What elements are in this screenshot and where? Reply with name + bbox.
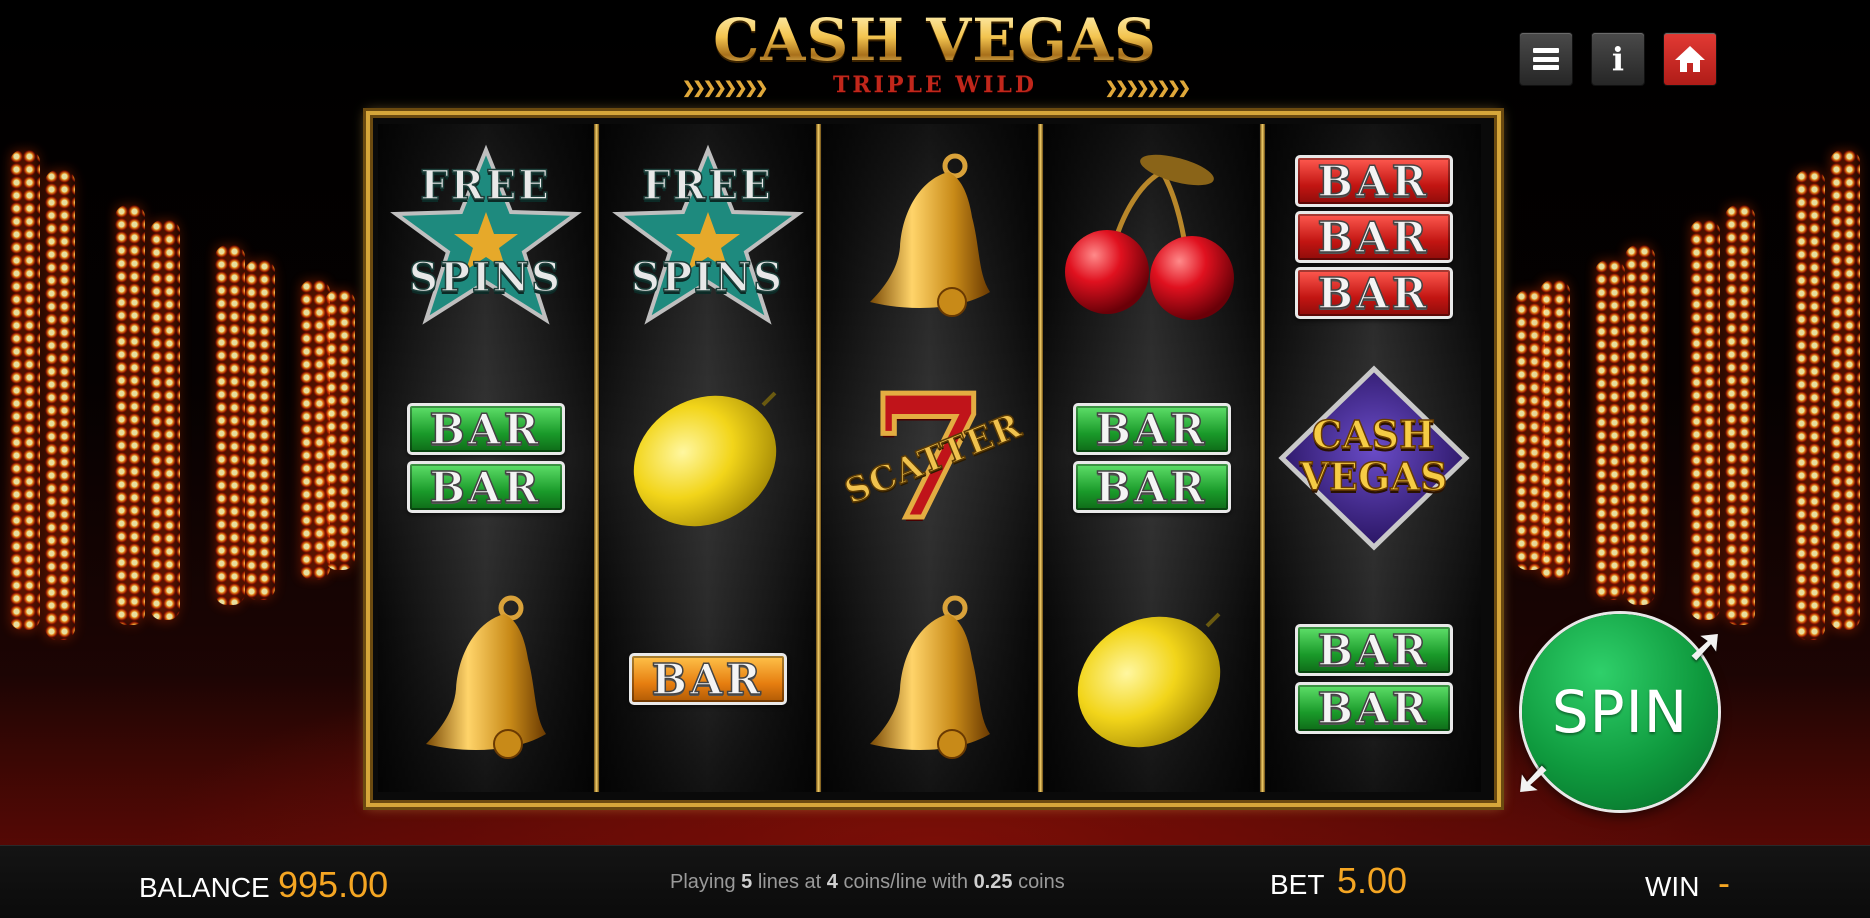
background-lights bbox=[1725, 205, 1755, 625]
symbol-cherry bbox=[1044, 126, 1259, 348]
rotate-arrow-icon: ➚ bbox=[1514, 756, 1551, 805]
symbol-free-spins: FREE SPINS bbox=[378, 126, 593, 348]
lines-text: lines at bbox=[757, 871, 822, 893]
lemon-icon bbox=[1077, 612, 1220, 748]
bar-tile: BAR bbox=[406, 461, 565, 513]
background-lights bbox=[10, 150, 40, 630]
symbol-lemon bbox=[1044, 568, 1259, 790]
bar-tile: BAR bbox=[1294, 211, 1453, 263]
spin-button[interactable]: SPIN ➚ ➚ bbox=[1514, 610, 1724, 814]
win-value: - bbox=[1718, 862, 1730, 903]
bar-tile: BAR bbox=[1294, 267, 1453, 319]
bell-icon bbox=[869, 595, 990, 759]
chevron-decoration-icon: ❯❯❯❯❯❯❯❯ bbox=[682, 80, 768, 97]
background-lights bbox=[1540, 280, 1570, 580]
background-lights bbox=[1690, 220, 1720, 620]
lemon-icon bbox=[633, 391, 776, 527]
symbol-bell bbox=[822, 568, 1037, 790]
spin-label: SPIN bbox=[1551, 678, 1689, 746]
free-spins-symbol: FREE SPINS bbox=[608, 142, 808, 332]
reel-divider bbox=[816, 124, 821, 792]
reel-1: FREE SPINS BAR BAR bbox=[378, 124, 593, 792]
coins-per-line-text: coins/line with bbox=[843, 871, 968, 893]
reel-2: FREE SPINS BAR bbox=[600, 124, 815, 792]
bar-tile: BAR bbox=[1294, 155, 1453, 207]
cash-text: CASH bbox=[1311, 412, 1436, 457]
free-text: FREE bbox=[419, 161, 551, 210]
bar-tile: BAR bbox=[1072, 403, 1231, 455]
cherry-icon bbox=[1064, 154, 1234, 320]
menu-button[interactable] bbox=[1520, 33, 1572, 85]
logo-subtitle-row: ❯❯❯❯❯❯❯❯ TRIPLE WILD ❯❯❯❯❯❯❯❯ bbox=[670, 72, 1200, 102]
reel-3: 7 SCATTER bbox=[822, 124, 1037, 792]
background-lights bbox=[1830, 150, 1860, 630]
symbol-double-bar: BAR BAR bbox=[1266, 568, 1481, 790]
symbol-bell bbox=[378, 568, 593, 790]
background-lights bbox=[325, 290, 355, 570]
reel-divider bbox=[1260, 124, 1265, 792]
cash-vegas-symbol: CASH VEGAS bbox=[1274, 363, 1474, 553]
bell-icon bbox=[425, 595, 546, 759]
symbol-scatter-seven: 7 SCATTER bbox=[822, 347, 1037, 569]
symbol-cash-vegas: CASH VEGAS bbox=[1266, 347, 1481, 569]
rotate-arrow-icon: ➚ bbox=[1687, 621, 1724, 670]
bar-tile: BAR bbox=[628, 653, 787, 705]
background-lights bbox=[45, 170, 75, 640]
balance-value: 995.00 bbox=[278, 864, 389, 905]
logo-title: CASH VEGAS bbox=[670, 10, 1200, 70]
home-icon bbox=[1675, 46, 1705, 72]
coins-text: coins bbox=[1018, 871, 1065, 893]
bet-value[interactable]: 5.00 bbox=[1337, 860, 1407, 902]
symbol-free-spins: FREE SPINS bbox=[600, 126, 815, 348]
paylines-info: Playing 5 lines at 4 coins/line with 0.2… bbox=[670, 871, 1065, 894]
reel-divider bbox=[1038, 124, 1043, 792]
symbol-lemon bbox=[600, 347, 815, 569]
reel-divider bbox=[594, 124, 599, 792]
symbol-triple-bar: BAR BAR BAR bbox=[1266, 126, 1481, 348]
logo-subtitle: TRIPLE WILD bbox=[833, 72, 1037, 98]
game-logo: CASH VEGAS ❯❯❯❯❯❯❯❯ TRIPLE WILD ❯❯❯❯❯❯❯❯ bbox=[670, 10, 1200, 110]
symbol-double-bar: BAR BAR bbox=[378, 347, 593, 569]
vegas-text: VEGAS bbox=[1299, 454, 1448, 499]
hamburger-icon bbox=[1533, 48, 1559, 70]
background-lights bbox=[215, 245, 245, 605]
game-stage: CASH VEGAS ❯❯❯❯❯❯❯❯ TRIPLE WILD ❯❯❯❯❯❯❯❯… bbox=[0, 0, 1870, 845]
info-button[interactable]: i bbox=[1592, 33, 1644, 85]
background-lights bbox=[1595, 260, 1625, 600]
free-spins-symbol: FREE SPINS bbox=[386, 142, 586, 332]
symbol-double-bar: BAR BAR bbox=[1044, 347, 1259, 569]
home-button[interactable] bbox=[1664, 33, 1716, 85]
background-lights bbox=[245, 260, 275, 600]
bar-tile: BAR bbox=[1294, 624, 1453, 676]
bar-tile: BAR bbox=[1294, 682, 1453, 734]
coin-value: 0.25 bbox=[973, 871, 1013, 893]
bet-label[interactable]: BET bbox=[1270, 869, 1324, 901]
chevron-decoration-icon: ❯❯❯❯❯❯❯❯ bbox=[1104, 80, 1191, 97]
bottom-status-bar: BALANCE 995.00 Playing 5 lines at 4 coin… bbox=[0, 845, 1870, 918]
bar-tile: BAR bbox=[1072, 461, 1231, 513]
spins-text: SPINS bbox=[408, 253, 563, 302]
background-lights bbox=[1625, 245, 1655, 605]
scatter-symbol: 7 SCATTER bbox=[838, 371, 1028, 546]
spins-text: SPINS bbox=[630, 253, 785, 302]
symbol-bell bbox=[822, 126, 1037, 348]
symbol-single-bar: BAR bbox=[600, 568, 815, 790]
lines-count: 5 bbox=[741, 871, 753, 893]
reel-4: BAR BAR bbox=[1044, 124, 1259, 792]
background-lights bbox=[150, 220, 180, 620]
bar-tile: BAR bbox=[406, 403, 565, 455]
win-label: WIN bbox=[1645, 871, 1700, 902]
coins-per-line: 4 bbox=[826, 871, 838, 893]
free-text: FREE bbox=[641, 161, 773, 210]
background-lights bbox=[1795, 170, 1825, 640]
reel-5: BAR BAR BAR CASH VEGAS BAR BAR bbox=[1266, 124, 1481, 792]
balance-label: BALANCE bbox=[139, 872, 270, 903]
info-icon: i bbox=[1611, 40, 1625, 78]
playing-prefix: Playing bbox=[670, 871, 736, 893]
background-lights bbox=[115, 205, 145, 625]
reel-frame: FREE SPINS BAR BAR FREE SPINS BAR 7 SCAT… bbox=[366, 111, 1501, 807]
bell-icon bbox=[869, 153, 990, 317]
